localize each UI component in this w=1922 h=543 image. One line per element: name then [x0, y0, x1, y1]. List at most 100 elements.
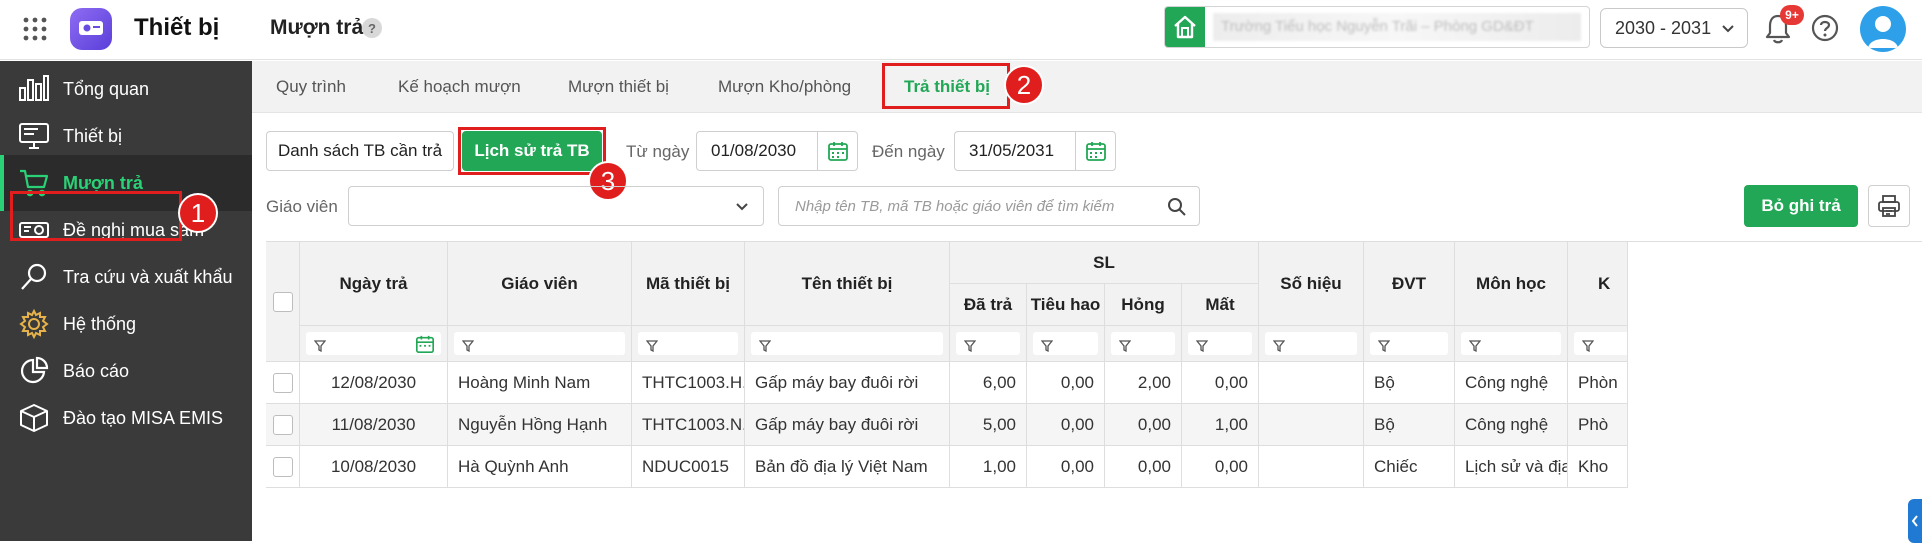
- cell-name: Gấp máy bay đuôi rời: [745, 404, 950, 446]
- cell-code: THTC1003.H...: [632, 362, 745, 404]
- school-home-icon: [1165, 7, 1205, 47]
- header-broken[interactable]: Hỏng: [1105, 284, 1182, 326]
- row-select-cell: [266, 404, 300, 446]
- teacher-column-filter[interactable]: [454, 332, 625, 355]
- lost-column-filter[interactable]: [1188, 332, 1252, 355]
- calendar-icon[interactable]: [415, 334, 435, 354]
- chevron-down-icon: [1722, 25, 1734, 33]
- school-selector[interactable]: Trường Tiểu học Nguyễn Trãi – Phòng GD&Đ…: [1164, 6, 1590, 48]
- unmark-return-button[interactable]: Bỏ ghi trả: [1744, 185, 1858, 227]
- serial-filter-cell: [1259, 326, 1364, 362]
- pie-chart-icon: [21, 356, 49, 384]
- help-circle-icon[interactable]: [1811, 14, 1839, 42]
- header-unit[interactable]: ĐVT: [1364, 242, 1455, 326]
- filter-icon: [759, 340, 771, 352]
- chevron-down-icon: [736, 203, 748, 211]
- cell-subject: Công nghệ: [1455, 404, 1568, 446]
- date-filter-input[interactable]: [306, 332, 441, 355]
- school-year-value: 2030 - 2031: [1615, 17, 1712, 38]
- school-year-select[interactable]: 2030 - 2031: [1600, 8, 1748, 48]
- consumed-filter-cell: [1027, 326, 1105, 362]
- cell-broken: 0,00: [1105, 404, 1182, 446]
- tab-borrow-device[interactable]: Mượn thiết bị: [568, 77, 669, 97]
- broken-column-filter[interactable]: [1111, 332, 1175, 355]
- to-date-input[interactable]: 31/05/2031: [954, 131, 1116, 171]
- cell-name: Bản đồ địa lý Việt Nam: [745, 446, 950, 488]
- from-date-input[interactable]: 01/08/2030: [696, 131, 858, 171]
- returned-column-filter[interactable]: [956, 332, 1020, 355]
- unit-filter-cell: [1364, 326, 1455, 362]
- row-select-cell: [266, 446, 300, 488]
- teacher-select[interactable]: [348, 186, 764, 226]
- calendar-icon[interactable]: [817, 132, 857, 170]
- cell-teacher: Nguyễn Hồng Hạnh: [448, 404, 632, 446]
- row-checkbox[interactable]: [272, 372, 293, 393]
- app-logo-icon: [70, 8, 112, 50]
- header-consumed[interactable]: Tiêu hao: [1027, 284, 1105, 326]
- teacher-filter-label: Giáo viên: [266, 197, 338, 216]
- cell-next: Phòn: [1568, 362, 1628, 404]
- next-column-filter[interactable]: [1574, 332, 1627, 355]
- collapse-panel-toggle[interactable]: [1908, 499, 1922, 543]
- cell-returned: 1,00: [950, 446, 1027, 488]
- cart-icon: [20, 169, 49, 197]
- subtab-return-history[interactable]: Lịch sử trả TB: [462, 131, 602, 171]
- calendar-icon[interactable]: [1075, 132, 1115, 170]
- header-date[interactable]: Ngày trả: [300, 242, 448, 326]
- header-returned[interactable]: Đã trả: [950, 284, 1027, 326]
- header-teacher[interactable]: Giáo viên: [448, 242, 632, 326]
- serial-column-filter[interactable]: [1265, 332, 1357, 355]
- select-all-checkbox[interactable]: [272, 291, 293, 312]
- header-code[interactable]: Mã thiết bị: [632, 242, 745, 326]
- header-next-column[interactable]: K: [1568, 242, 1628, 326]
- cell-next: Phò: [1568, 404, 1628, 446]
- search-placeholder: Nhập tên TB, mã TB hoặc giáo viên để tìm…: [795, 197, 1115, 215]
- header-subject[interactable]: Môn học: [1455, 242, 1568, 326]
- filter-icon: [1041, 340, 1053, 352]
- from-date-label: Từ ngày: [626, 142, 690, 161]
- cell-date: 12/08/2030: [300, 362, 448, 404]
- gear-icon: [19, 309, 49, 339]
- unit-column-filter[interactable]: [1370, 332, 1448, 355]
- header-select-all-cell: [266, 242, 300, 362]
- app-grid-icon[interactable]: [22, 16, 48, 42]
- tab-return-device[interactable]: Trả thiết bị: [904, 77, 990, 97]
- monitor-icon: [19, 123, 49, 149]
- cell-unit: Bộ: [1364, 362, 1455, 404]
- help-mark-icon[interactable]: ?: [362, 18, 382, 38]
- school-name: Trường Tiểu học Nguyễn Trãi – Phòng GD&Đ…: [1213, 13, 1581, 41]
- header-lost[interactable]: Mất: [1182, 284, 1259, 326]
- code-column-filter[interactable]: [638, 332, 738, 355]
- subtab-return-list[interactable]: Danh sách TB cần trả: [266, 131, 454, 171]
- code-filter-cell: [632, 326, 745, 362]
- row-checkbox[interactable]: [272, 456, 293, 477]
- sidebar: Tổng quan Thiết bị Mượn trả Đề nghị mua …: [0, 61, 252, 541]
- tab-borrow-plan[interactable]: Kế hoạch mượn: [398, 77, 521, 97]
- tab-borrow-room[interactable]: Mượn Kho/phòng: [718, 77, 851, 97]
- subject-filter-cell: [1455, 326, 1568, 362]
- header-serial[interactable]: Số hiệu: [1259, 242, 1364, 326]
- row-checkbox[interactable]: [272, 414, 293, 435]
- header-name[interactable]: Tên thiết bị: [745, 242, 950, 326]
- search-icon[interactable]: [1167, 197, 1187, 217]
- name-column-filter[interactable]: [751, 332, 943, 355]
- filter-icon: [964, 340, 976, 352]
- cell-date: 10/08/2030: [300, 446, 448, 488]
- next-filter-cell: [1568, 326, 1628, 362]
- tab-process[interactable]: Quy trình: [276, 77, 346, 97]
- page-title: Mượn trả: [270, 16, 364, 39]
- subject-column-filter[interactable]: [1461, 332, 1561, 355]
- user-avatar[interactable]: [1860, 6, 1906, 52]
- cell-serial: [1259, 446, 1364, 488]
- filter-icon: [1273, 340, 1285, 352]
- sidebar-item-training[interactable]: Đào tạo MISA EMIS: [0, 390, 252, 446]
- consumed-column-filter[interactable]: [1033, 332, 1098, 355]
- from-date-value: 01/08/2030: [711, 141, 797, 160]
- cell-code: NDUC0015: [632, 446, 745, 488]
- date-filter-cell: [300, 326, 448, 362]
- print-button[interactable]: [1868, 185, 1910, 227]
- top-bar: Thiết bị Mượn trả ? Trường Tiểu học Nguy…: [0, 0, 1922, 60]
- broken-filter-cell: [1105, 326, 1182, 362]
- cell-code: THTC1003.N...: [632, 404, 745, 446]
- search-input[interactable]: Nhập tên TB, mã TB hoặc giáo viên để tìm…: [778, 186, 1200, 226]
